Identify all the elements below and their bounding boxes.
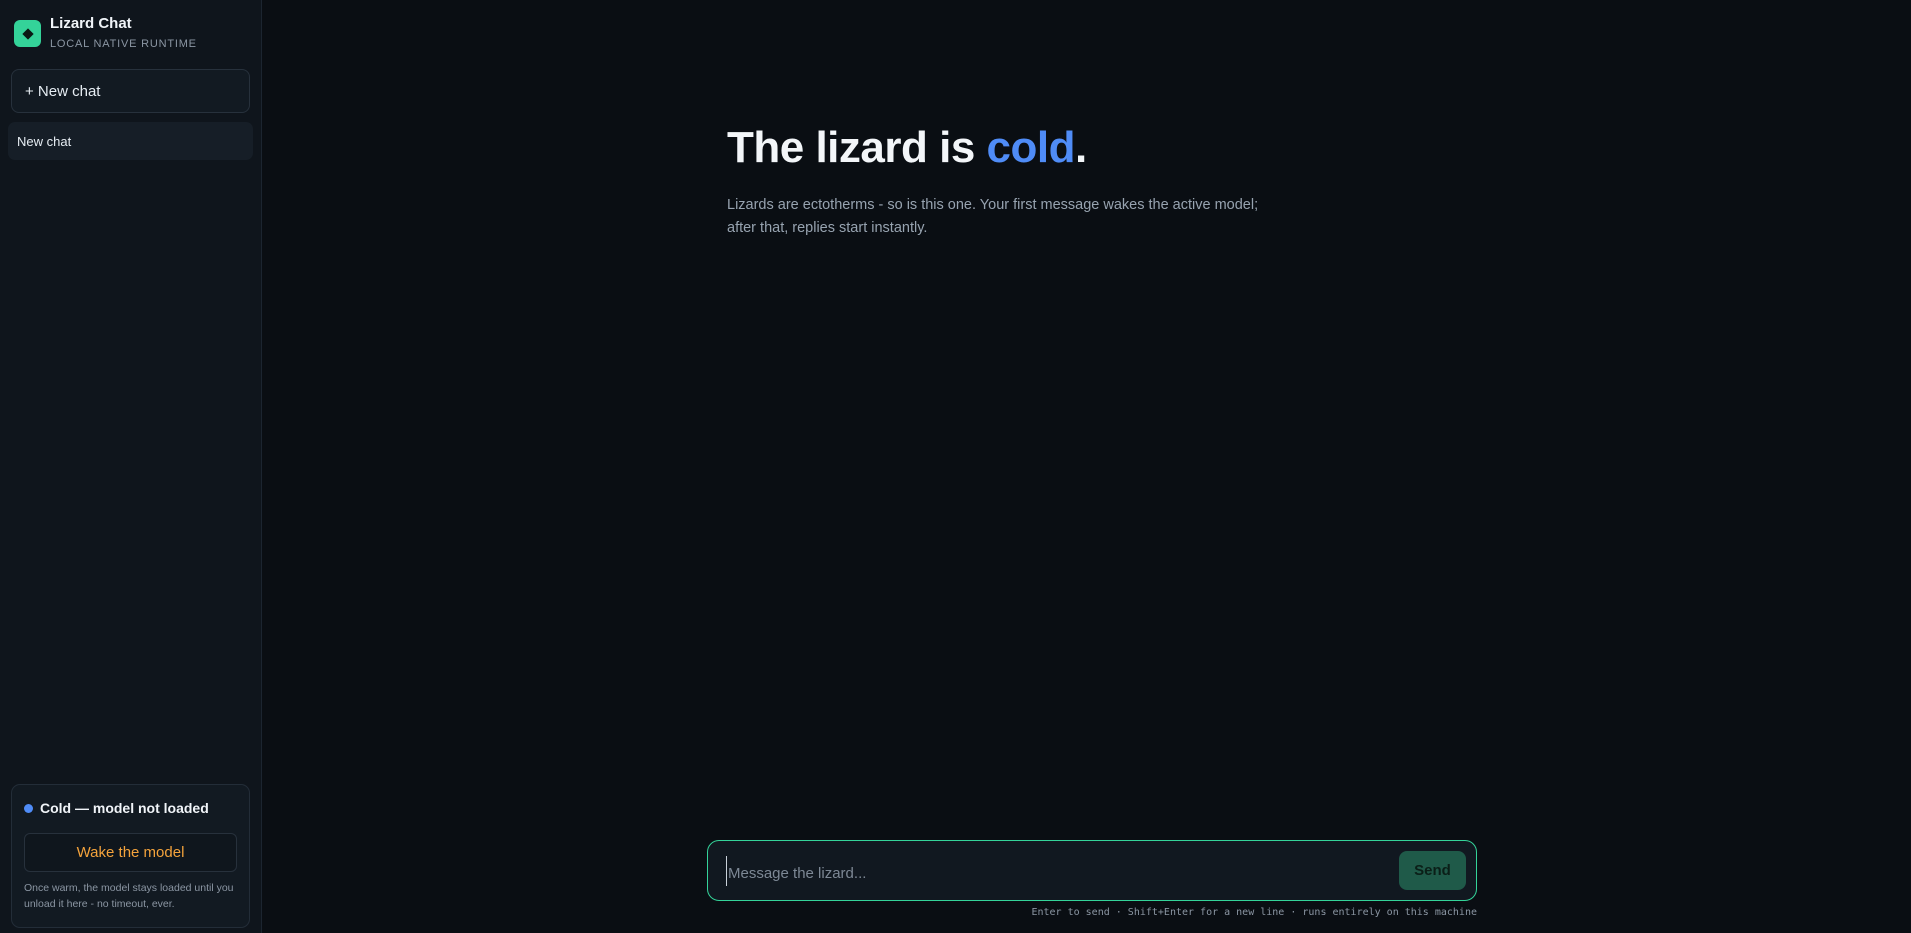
wake-model-button[interactable]: Wake the model xyxy=(24,833,237,872)
message-composer: Send xyxy=(707,840,1477,901)
send-button[interactable]: Send xyxy=(1399,851,1466,890)
hero-title: The lizard is cold. xyxy=(727,122,1307,174)
status-dot-icon xyxy=(24,803,33,813)
brand: Lizard Chat LOCAL NATIVE RUNTIME xyxy=(0,0,261,66)
chat-main: The lizard is cold. Lizards are ectother… xyxy=(262,0,1911,933)
hero-description: Lizards are ectotherms - so is this one.… xyxy=(727,197,1259,236)
hero-title-accent: cold xyxy=(986,123,1076,172)
hero-title-prefix: The lizard is xyxy=(727,123,987,172)
app-root: Lizard Chat LOCAL NATIVE RUNTIME + New c… xyxy=(0,0,1911,933)
message-input[interactable] xyxy=(726,855,1399,886)
chat-list: New chat xyxy=(0,122,261,160)
new-chat-button[interactable]: + New chat xyxy=(11,69,250,113)
diamond-icon xyxy=(14,20,41,47)
composer-hint: Enter to send · Shift+Enter for a new li… xyxy=(1031,907,1477,918)
welcome-hero: The lizard is cold. Lizards are ectother… xyxy=(727,122,1307,240)
app-subtitle: LOCAL NATIVE RUNTIME xyxy=(50,38,197,50)
model-status-card: Cold — model not loaded Wake the model O… xyxy=(11,784,250,928)
app-title: Lizard Chat xyxy=(50,15,132,32)
brand-text: Lizard Chat LOCAL NATIVE RUNTIME xyxy=(50,15,197,50)
status-note: Once warm, the model stays loaded until … xyxy=(24,882,234,910)
status-line: Cold — model not loaded xyxy=(24,800,237,816)
status-label: Cold — model not loaded xyxy=(40,800,209,816)
sidebar: Lizard Chat LOCAL NATIVE RUNTIME + New c… xyxy=(0,0,262,933)
hero-title-suffix: . xyxy=(1074,123,1087,172)
chat-list-item[interactable]: New chat xyxy=(8,122,253,160)
